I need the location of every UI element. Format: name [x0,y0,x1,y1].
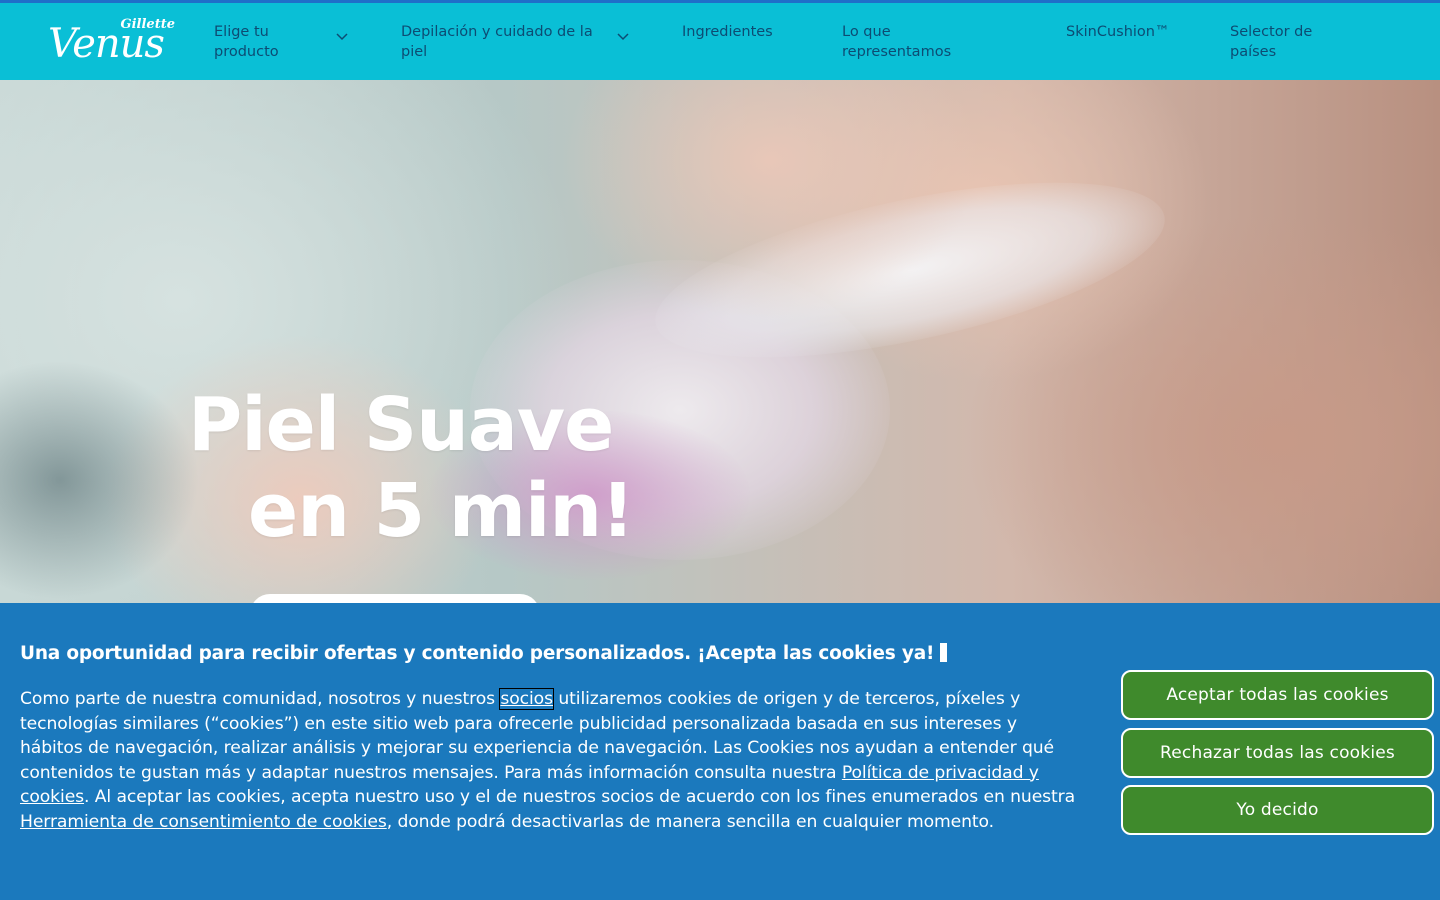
cookie-banner-title: Una oportunidad para recibir ofertas y c… [20,643,948,664]
nav-item-ingredients[interactable]: Ingredientes [682,22,773,42]
nav-item-label: producto [214,44,279,60]
nav-item-label: piel [401,44,428,60]
nav-item-label: Elige tu [214,24,269,40]
hero-image-decor [0,360,200,600]
nav-item-label: países [1230,44,1277,60]
nav-item-label: representamos [842,44,952,60]
nav-item-country-selector[interactable]: Selector de países [1230,22,1312,62]
chevron-down-icon[interactable] [335,31,349,41]
nav-item-label: Selector de [1230,24,1313,40]
logo-venus-text: Venus [48,21,165,67]
nav-item-label: Depilación y cuidado de la [401,24,593,40]
reject-all-cookies-button[interactable]: Rechazar todas las cookies [1121,728,1434,778]
nav-item-what-we-stand-for[interactable]: Lo que representamos [842,22,951,62]
cookie-consent-tool-link[interactable]: Herramienta de consentimiento de cookies [20,812,387,832]
hero-title: Piel Suave en 5 min! [188,382,635,554]
nav-item-label: Ingredientes [682,24,773,40]
nav-item-hair-removal-skin-care[interactable]: Depilación y cuidado de la piel [401,22,611,62]
cookie-text-part: , donde podrá desactivarlas de manera se… [386,811,995,832]
chevron-down-icon[interactable] [616,31,630,41]
cookie-consent-banner: Una oportunidad para recibir ofertas y c… [0,603,1440,900]
main-navbar: Gillette Venus Elige tu producto Depilac… [0,3,1440,80]
nav-item-label: Lo que [842,24,891,40]
cookie-text-part: Como parte de nuestra comunidad, nosotro… [20,689,501,709]
cookie-banner-title-text: Una oportunidad para recibir ofertas y c… [20,643,935,664]
partners-link[interactable]: socios [499,688,554,710]
hero-title-line1: Piel Suave [188,382,614,468]
gillette-venus-logo[interactable]: Gillette Venus [48,17,183,67]
text-cursor [940,643,948,662]
cookie-text-part: . Al aceptar las cookies, acepta nuestro… [84,787,1076,807]
cookie-banner-description: Como parte de nuestra comunidad, nosotro… [20,687,1080,834]
hero-title-line2: en 5 min! [248,468,635,554]
nav-item-skincushion[interactable]: SkinCushion™ [1066,22,1169,42]
nav-item-label: SkinCushion™ [1066,24,1170,40]
nav-item-choose-product[interactable]: Elige tu producto [214,22,334,62]
cookie-settings-button[interactable]: Yo decido [1121,785,1434,835]
accept-all-cookies-button[interactable]: Aceptar todas las cookies [1121,670,1434,720]
